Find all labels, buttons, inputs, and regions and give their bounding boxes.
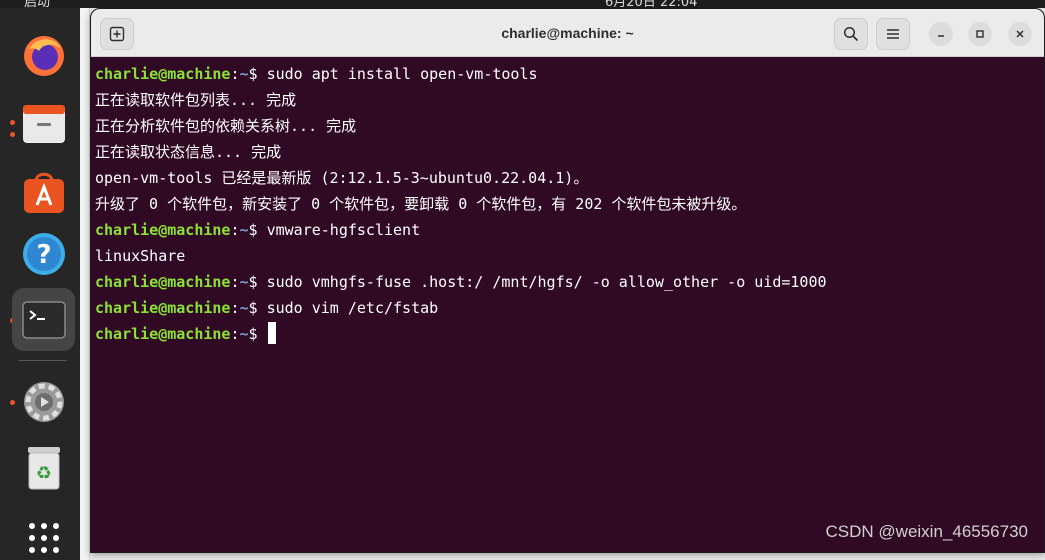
terminal-line: charlie@machine:~$ vmware-hgfsclient	[95, 217, 1030, 243]
command-text: sudo vmhgfs-fuse .host:/ /mnt/hgfs/ -o a…	[257, 273, 827, 291]
prompt-user-host: charlie@machine	[95, 325, 231, 343]
folder-icon	[22, 104, 65, 143]
terminal-line: linuxShare	[95, 247, 186, 265]
minimize-icon	[938, 35, 944, 37]
close-icon	[1016, 30, 1024, 38]
dock-item-show-apps[interactable]	[12, 506, 75, 560]
command-input[interactable]	[258, 325, 267, 343]
search-icon	[843, 26, 859, 42]
new-tab-icon	[109, 26, 125, 42]
text-cursor	[267, 322, 276, 344]
dock-separator	[19, 360, 67, 361]
show-apps-icon	[28, 522, 59, 553]
dock: ? ♻	[0, 8, 80, 560]
prompt-sign: $	[248, 65, 258, 83]
terminal-window[interactable]: charlie@machine: ~ charlie@machine:~$ su…	[90, 8, 1045, 553]
settings-icon	[23, 381, 64, 422]
title-bar[interactable]: charlie@machine: ~	[91, 9, 1044, 57]
terminal-line: charlie@machine:~$ sudo vmhgfs-fuse .hos…	[95, 269, 1030, 295]
prompt-user-host: charlie@machine	[95, 273, 231, 291]
dock-item-help[interactable]: ?	[12, 222, 75, 285]
terminal-line: 升级了 0 个软件包，新安装了 0 个软件包，要卸载 0 个软件包，有 202 …	[95, 195, 747, 213]
minimize-button[interactable]	[929, 22, 953, 46]
dock-item-settings[interactable]	[12, 370, 75, 433]
terminal-icon	[21, 300, 66, 339]
prompt-user-host: charlie@machine	[95, 65, 231, 83]
background-window-edge	[80, 8, 90, 560]
terminal-line: 正在读取状态信息... 完成	[95, 143, 282, 161]
prompt-sign: $	[248, 325, 258, 343]
terminal-line: 正在读取软件包列表... 完成	[95, 91, 297, 109]
hamburger-menu-icon	[887, 29, 899, 39]
dock-item-firefox[interactable]	[12, 24, 75, 87]
dock-item-files[interactable]	[12, 92, 75, 155]
prompt-separator: :	[230, 65, 240, 83]
dock-item-app-center[interactable]	[12, 160, 75, 223]
clock-label[interactable]: 6月20日 22:04	[605, 0, 697, 8]
top-bar: 启动 6月20日 22:04	[0, 0, 1045, 8]
dock-item-terminal[interactable]	[12, 288, 75, 351]
watermark-text: CSDN @weixin_46556730	[825, 522, 1028, 541]
activities-label[interactable]: 启动	[24, 0, 50, 8]
prompt-separator: :	[230, 299, 240, 317]
svg-text:♻: ♻	[35, 463, 51, 484]
command-text: sudo vim /etc/fstab	[257, 299, 439, 317]
prompt-user-host: charlie@machine	[95, 221, 231, 239]
prompt-dir: ~	[239, 299, 249, 317]
search-button[interactable]	[834, 18, 868, 50]
app-center-icon	[23, 172, 64, 213]
prompt-separator: :	[230, 221, 240, 239]
terminal-input-line[interactable]: charlie@machine:~$	[95, 321, 1030, 347]
prompt-sign: $	[248, 299, 258, 317]
prompt-dir: ~	[239, 273, 249, 291]
command-text: vmware-hgfsclient	[257, 221, 421, 239]
trash-icon: ♻	[27, 446, 60, 489]
menu-button[interactable]	[876, 18, 910, 50]
dock-item-trash[interactable]: ♻	[12, 436, 75, 499]
svg-text:?: ?	[36, 240, 51, 270]
prompt-dir: ~	[239, 65, 249, 83]
prompt-dir: ~	[239, 325, 249, 343]
prompt-separator: :	[230, 325, 240, 343]
terminal-line: open-vm-tools 已经是最新版 (2:12.1.5-3~ubuntu0…	[95, 169, 589, 187]
close-button[interactable]	[1008, 22, 1032, 46]
new-tab-button[interactable]	[100, 18, 134, 50]
command-text: sudo apt install open-vm-tools	[257, 65, 538, 83]
maximize-button[interactable]	[968, 22, 992, 46]
prompt-sign: $	[248, 273, 258, 291]
terminal-line: 正在分析软件包的依赖关系树... 完成	[95, 117, 357, 135]
help-icon: ?	[22, 232, 65, 275]
firefox-icon	[23, 35, 64, 76]
prompt-user-host: charlie@machine	[95, 299, 231, 317]
maximize-icon	[976, 30, 984, 38]
terminal-line: charlie@machine:~$ sudo vim /etc/fstab	[95, 295, 1030, 321]
terminal-output[interactable]: charlie@machine:~$ sudo apt install open…	[95, 61, 1030, 552]
prompt-dir: ~	[239, 221, 249, 239]
terminal-line: charlie@machine:~$ sudo apt install open…	[95, 61, 1030, 87]
prompt-separator: :	[230, 273, 240, 291]
prompt-sign: $	[248, 221, 258, 239]
